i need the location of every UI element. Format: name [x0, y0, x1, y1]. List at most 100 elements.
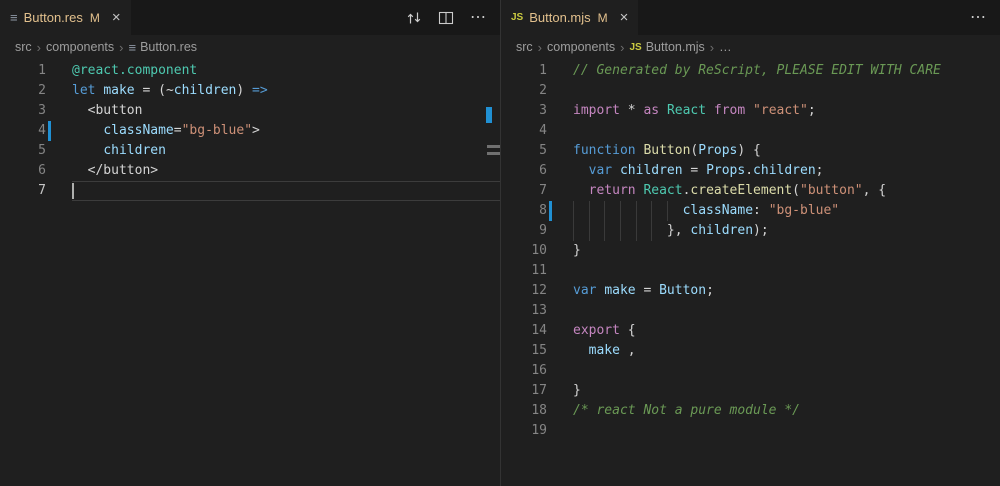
code-text[interactable]: @react.component [72, 61, 500, 81]
code-text[interactable]: import * as React from "react"; [573, 101, 1000, 121]
code-text[interactable] [573, 421, 1000, 441]
code-text[interactable]: var make = Button; [573, 281, 1000, 301]
code-text[interactable]: make , [573, 341, 1000, 361]
breadcrumb-item-src[interactable]: src [15, 40, 32, 54]
code-text[interactable]: children [72, 141, 500, 161]
code-text[interactable]: } [573, 241, 1000, 261]
code-line[interactable]: 2 [501, 81, 1000, 101]
code-text[interactable]: function Button(Props) { [573, 141, 1000, 161]
breadcrumb-item-symbol[interactable]: … [719, 40, 732, 54]
line-number[interactable]: 5 [0, 141, 46, 161]
line-number[interactable]: 4 [501, 121, 547, 141]
code-line[interactable]: 4 className="bg-blue"> [0, 121, 500, 141]
code-line[interactable]: 19 [501, 421, 1000, 441]
gutter [547, 301, 573, 321]
line-number[interactable]: 4 [0, 121, 46, 141]
breadcrumb-item-src[interactable]: src [516, 40, 533, 54]
line-number[interactable]: 2 [0, 81, 46, 101]
code-text[interactable]: var children = Props.children; [573, 161, 1000, 181]
code-line[interactable]: 12 var make = Button; [501, 281, 1000, 301]
line-number[interactable]: 6 [501, 161, 547, 181]
code-text[interactable]: <button [72, 101, 500, 121]
code-line[interactable]: 6 var children = Props.children; [501, 161, 1000, 181]
tab-button-mjs[interactable]: JS Button.mjs M × [501, 0, 638, 35]
more-actions-icon[interactable]: ⋯ [970, 10, 986, 26]
code-text[interactable] [573, 81, 1000, 101]
tab-label: Button.res [24, 10, 83, 25]
code-line[interactable]: 11 [501, 261, 1000, 281]
code-line[interactable]: 5 children [0, 141, 500, 161]
line-number[interactable]: 6 [0, 161, 46, 181]
split-editor-icon[interactable] [438, 10, 454, 26]
code-line[interactable]: 7 [0, 181, 500, 201]
line-number[interactable]: 5 [501, 141, 547, 161]
code-line[interactable]: 3 import * as React from "react"; [501, 101, 1000, 121]
line-number[interactable]: 7 [0, 181, 46, 201]
code-line[interactable]: 16 [501, 361, 1000, 381]
close-icon[interactable]: × [620, 10, 629, 25]
line-number[interactable]: 13 [501, 301, 547, 321]
code-text[interactable]: let make = (~children) => [72, 81, 500, 101]
gutter [46, 141, 72, 161]
code-text[interactable]: export { [573, 321, 1000, 341]
code-line[interactable]: 3 <button [0, 101, 500, 121]
more-actions-icon[interactable]: ⋯ [470, 10, 486, 26]
code-line[interactable]: 8 className: "bg-blue" [501, 201, 1000, 221]
breadcrumb-item-file[interactable]: JS Button.mjs [629, 40, 704, 54]
line-number[interactable]: 18 [501, 401, 547, 421]
code-line[interactable]: 15 make , [501, 341, 1000, 361]
gutter [46, 81, 72, 101]
code-text[interactable]: className: "bg-blue" [573, 201, 1000, 221]
line-number[interactable]: 8 [501, 201, 547, 221]
line-number[interactable]: 9 [501, 221, 547, 241]
code-text[interactable]: className="bg-blue"> [72, 121, 500, 141]
line-number[interactable]: 1 [501, 61, 547, 81]
code-text[interactable]: return React.createElement("button", { [573, 181, 1000, 201]
line-number[interactable]: 15 [501, 341, 547, 361]
code-line[interactable]: 7 return React.createElement("button", { [501, 181, 1000, 201]
breadcrumb-item-components[interactable]: components [547, 40, 615, 54]
code-text[interactable] [573, 121, 1000, 141]
code-text[interactable] [573, 301, 1000, 321]
code-text[interactable]: // Generated by ReScript, PLEASE EDIT WI… [573, 61, 1000, 81]
code-line[interactable]: 4 [501, 121, 1000, 141]
code-text[interactable]: } [573, 381, 1000, 401]
gutter [46, 181, 72, 201]
code-editor-left[interactable]: 1 @react.component 2 let make = (~children)… [0, 59, 500, 486]
code-line[interactable]: 1 // Generated by ReScript, PLEASE EDIT W… [501, 61, 1000, 81]
compare-changes-icon[interactable] [406, 10, 422, 26]
code-text[interactable] [72, 181, 500, 201]
breadcrumb-item-components[interactable]: components [46, 40, 114, 54]
tab-button-res[interactable]: ≡ Button.res M × [0, 0, 131, 35]
line-number[interactable]: 16 [501, 361, 547, 381]
code-line[interactable]: 17} [501, 381, 1000, 401]
line-number[interactable]: 10 [501, 241, 547, 261]
line-number[interactable]: 2 [501, 81, 547, 101]
code-text[interactable]: </button> [72, 161, 500, 181]
code-line[interactable]: 2 let make = (~children) => [0, 81, 500, 101]
code-editor-right[interactable]: 1 // Generated by ReScript, PLEASE EDIT W… [501, 59, 1000, 486]
code-text[interactable]: /* react Not a pure module */ [573, 401, 1000, 421]
line-number[interactable]: 17 [501, 381, 547, 401]
line-number[interactable]: 1 [0, 61, 46, 81]
code-line[interactable]: 14 export { [501, 321, 1000, 341]
code-line[interactable]: 9 }, children); [501, 221, 1000, 241]
code-text[interactable] [573, 361, 1000, 381]
line-number[interactable]: 11 [501, 261, 547, 281]
code-line[interactable]: 5 function Button(Props) { [501, 141, 1000, 161]
code-line[interactable]: 13 [501, 301, 1000, 321]
line-number[interactable]: 14 [501, 321, 547, 341]
code-line[interactable]: 10} [501, 241, 1000, 261]
code-text[interactable] [573, 261, 1000, 281]
code-text[interactable]: }, children); [573, 221, 1000, 241]
line-number[interactable]: 7 [501, 181, 547, 201]
close-icon[interactable]: × [112, 10, 121, 25]
line-number[interactable]: 12 [501, 281, 547, 301]
line-number[interactable]: 19 [501, 421, 547, 441]
breadcrumb-item-file[interactable]: ≡ Button.res [128, 40, 197, 54]
code-line[interactable]: 1 @react.component [0, 61, 500, 81]
code-line[interactable]: 18 /* react Not a pure module */ [501, 401, 1000, 421]
line-number[interactable]: 3 [501, 101, 547, 121]
line-number[interactable]: 3 [0, 101, 46, 121]
code-line[interactable]: 6 </button> [0, 161, 500, 181]
